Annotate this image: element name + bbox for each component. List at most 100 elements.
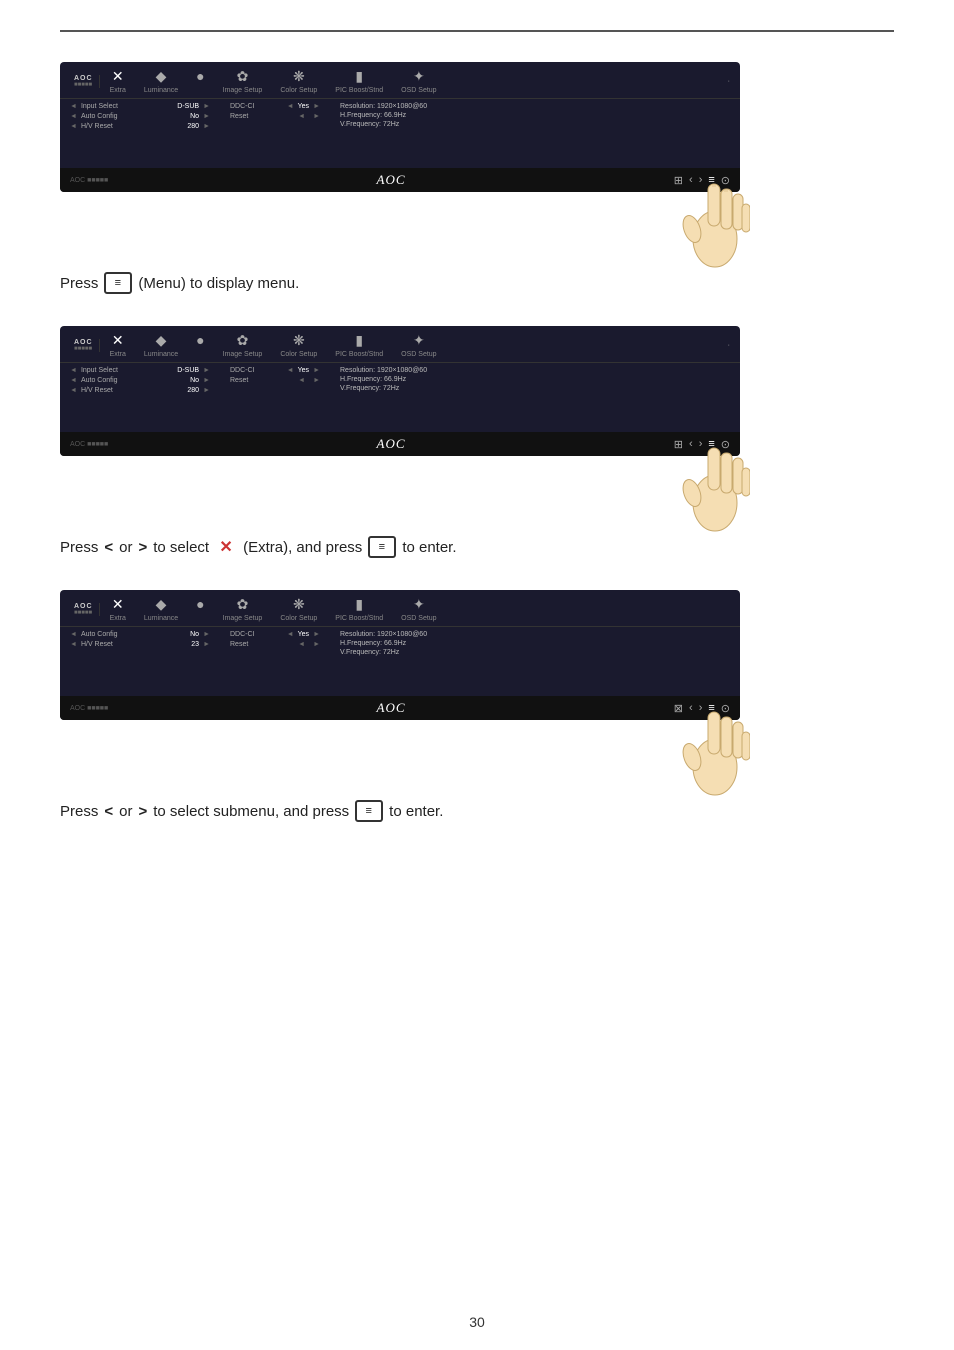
arrow-left-auto-3: ◄ [70,631,77,638]
label-hv-3: H/V Reset [81,641,187,648]
monitor-screenshot-3: AOC ■■■■■ ✕ Extra ◆ Luminance [60,590,740,720]
osd-mid-2: DDC-CI ◄ Yes ► Reset ◄ ► [230,367,320,428]
instr3-menu-btn[interactable]: ≡ [355,800,383,822]
brand-left-small-2: AOC ■■■■■ [70,441,108,448]
vfreq-info-1: V.Frequency: 72Hz [340,121,730,128]
osd-icon-pic-2: ▮ PIC Boost/Stnd [335,332,383,358]
osd-top-bar-3: AOC ■■■■■ ✕ Extra ◆ Luminance [60,590,740,627]
brand-strip-3: AOC ■■■■■ [70,603,100,616]
dot-symbol-2: ● [196,332,204,348]
instr2-left-nav[interactable]: < [104,539,113,556]
extra-symbol-1: ✕ [112,68,124,85]
osd-body-1: ◄ Input Select D-SUB ► ◄ Auto Config No … [60,99,740,168]
osd-logo-left-3: AOC ■■■■■ [70,705,108,712]
res-info-1: Resolution: 1920×1080@60 [340,103,730,110]
osd-icon-extra-3: ✕ Extra [110,596,126,622]
aoc-logo-1: AOC [377,172,406,188]
icon-group-2: ✕ Extra ◆ Luminance ● [110,332,728,358]
arrow-right-hv-2: ► [203,387,210,394]
val-hv-2: 280 [187,387,199,394]
osd-icon-img-1: ✿ Image Setup [223,68,263,94]
osd-top-bar-1: AOC ■■■■■ ✕ Extra ◆ Luminance [60,62,740,99]
arrow-left-input-2: ◄ [70,367,77,374]
instr1-menu-btn[interactable]: ≡ [104,272,132,294]
label-reset-2: Reset [230,377,294,384]
instr3-left-nav[interactable]: < [104,803,113,820]
label-input-1: Input Select [81,103,173,110]
row-ddc-1: DDC-CI ◄ Yes ► [230,103,320,110]
osd-icon-extra-1: ✕ Extra [110,68,126,94]
row-hv-3: ◄ H/V Reset 23 ► [70,641,210,648]
brand-left-small-3: AOC ■■■■■ [70,705,108,712]
hand-cursor-3 [670,677,750,800]
osd-symbol-1: ✦ [413,68,425,85]
osd-label-3: OSD Setup [401,615,436,622]
osd-icon-lum-2: ◆ Luminance [144,332,178,358]
hand-cursor-1 [670,149,750,272]
instr2-right-nav[interactable]: > [138,539,147,556]
hand-svg-1 [670,149,750,269]
arrow-left-hv-2: ◄ [70,387,77,394]
instr2-menu-btn[interactable]: ≡ [368,536,396,558]
osd-body-3: ◄ Auto Config No ► ◄ H/V Reset 23 ► [60,627,740,696]
page-number: 30 [469,1314,485,1330]
color-symbol-3: ❋ [293,596,305,613]
instr2-to-enter: to enter. [402,539,456,556]
arrow-right-hv-1: ► [203,123,210,130]
osd-icon-extra-2: ✕ Extra [110,332,126,358]
arrow-left-ddc-2: ◄ [287,367,294,374]
hand-svg-2 [670,413,750,533]
icon-group-3: ✕ Extra ◆ Luminance ● ✿ [110,596,730,622]
row-auto-3: ◄ Auto Config No ► [70,631,210,638]
color-label-1: Color Setup [280,87,317,94]
aoc-logo-3: AOC [377,700,406,716]
brand-strip-2: AOC ■■■■■ [70,339,100,352]
row-input-1: ◄ Input Select D-SUB ► [70,103,210,110]
row-reset-2: Reset ◄ ► [230,377,320,384]
monitor-wrapper-1: AOC ■■■■■ ✕ Extra ◆ Luminance [60,62,740,192]
osd-icon-osd-1: ✦ OSD Setup [401,68,436,94]
instr2-to-select: to select [153,539,209,556]
instr2-extra-icon: ✕ [215,536,237,558]
instr1-suffix: (Menu) to display menu. [138,275,299,292]
instr3-right-nav[interactable]: > [138,803,147,820]
osd-icon-osd-3: ✦ OSD Setup [401,596,436,622]
osd-icon-pic-1: ▮ PIC Boost/Stnd [335,68,383,94]
pic-symbol-3: ▮ [355,596,363,613]
osd-icon-pic-3: ▮ PIC Boost/Stnd [335,596,383,622]
arrow-right-auto-2: ► [203,377,210,384]
val-auto-1: No [190,113,199,120]
instr2-extra-label: (Extra), and press [243,539,362,556]
lum-symbol-2: ◆ [156,332,167,349]
label-auto-2: Auto Config [81,377,186,384]
aoc-logo-2: AOC [377,436,406,452]
img-label-3: Image Setup [223,615,263,622]
osd-symbol-3: ✦ [413,596,425,613]
osd-bottom-3: AOC ■■■■■ AOC ⊠ ‹ › ≡ ⊙ [60,696,740,720]
brand-strip-1: AOC ■■■■■ [70,75,100,88]
osd-symbol-2: ✦ [413,332,425,349]
osd-icon-lum-3: ◆ Luminance [144,596,178,622]
arrow-left-ddc-3: ◄ [287,631,294,638]
dot-symbol-3: ● [196,596,204,612]
osd-icon-lum-1: ◆ Luminance [144,68,178,94]
label-input-2: Input Select [81,367,173,374]
img-label-1: Image Setup [223,87,263,94]
section-2: AOC ■■■■■ ✕ Extra ◆ Luminance [60,326,894,558]
osd-icon-dot-3: ● [196,596,204,622]
osd-content-3: AOC ■■■■■ ✕ Extra ◆ Luminance [60,590,740,720]
row-auto-1: ◄ Auto Config No ► [70,113,210,120]
arrow-right-reset-3: ► [313,641,320,648]
row-input-2: ◄ Input Select D-SUB ► [70,367,210,374]
brand-left-small-1: AOC ■■■■■ [70,177,108,184]
osd-content-1: AOC ■■■■■ ✕ Extra ◆ Luminance [60,62,740,192]
dot-symbol-1: ● [196,68,204,84]
brand-sub-3: ■■■■■ [74,610,92,616]
pic-symbol-2: ▮ [355,332,363,349]
val-auto-3: No [190,631,199,638]
color-symbol-2: ❋ [293,332,305,349]
osd-content-2: AOC ■■■■■ ✕ Extra ◆ Luminance [60,326,740,456]
arrow-right-ddc-3: ► [313,631,320,638]
arrow-right-auto-3: ► [203,631,210,638]
pic-label-2: PIC Boost/Stnd [335,351,383,358]
